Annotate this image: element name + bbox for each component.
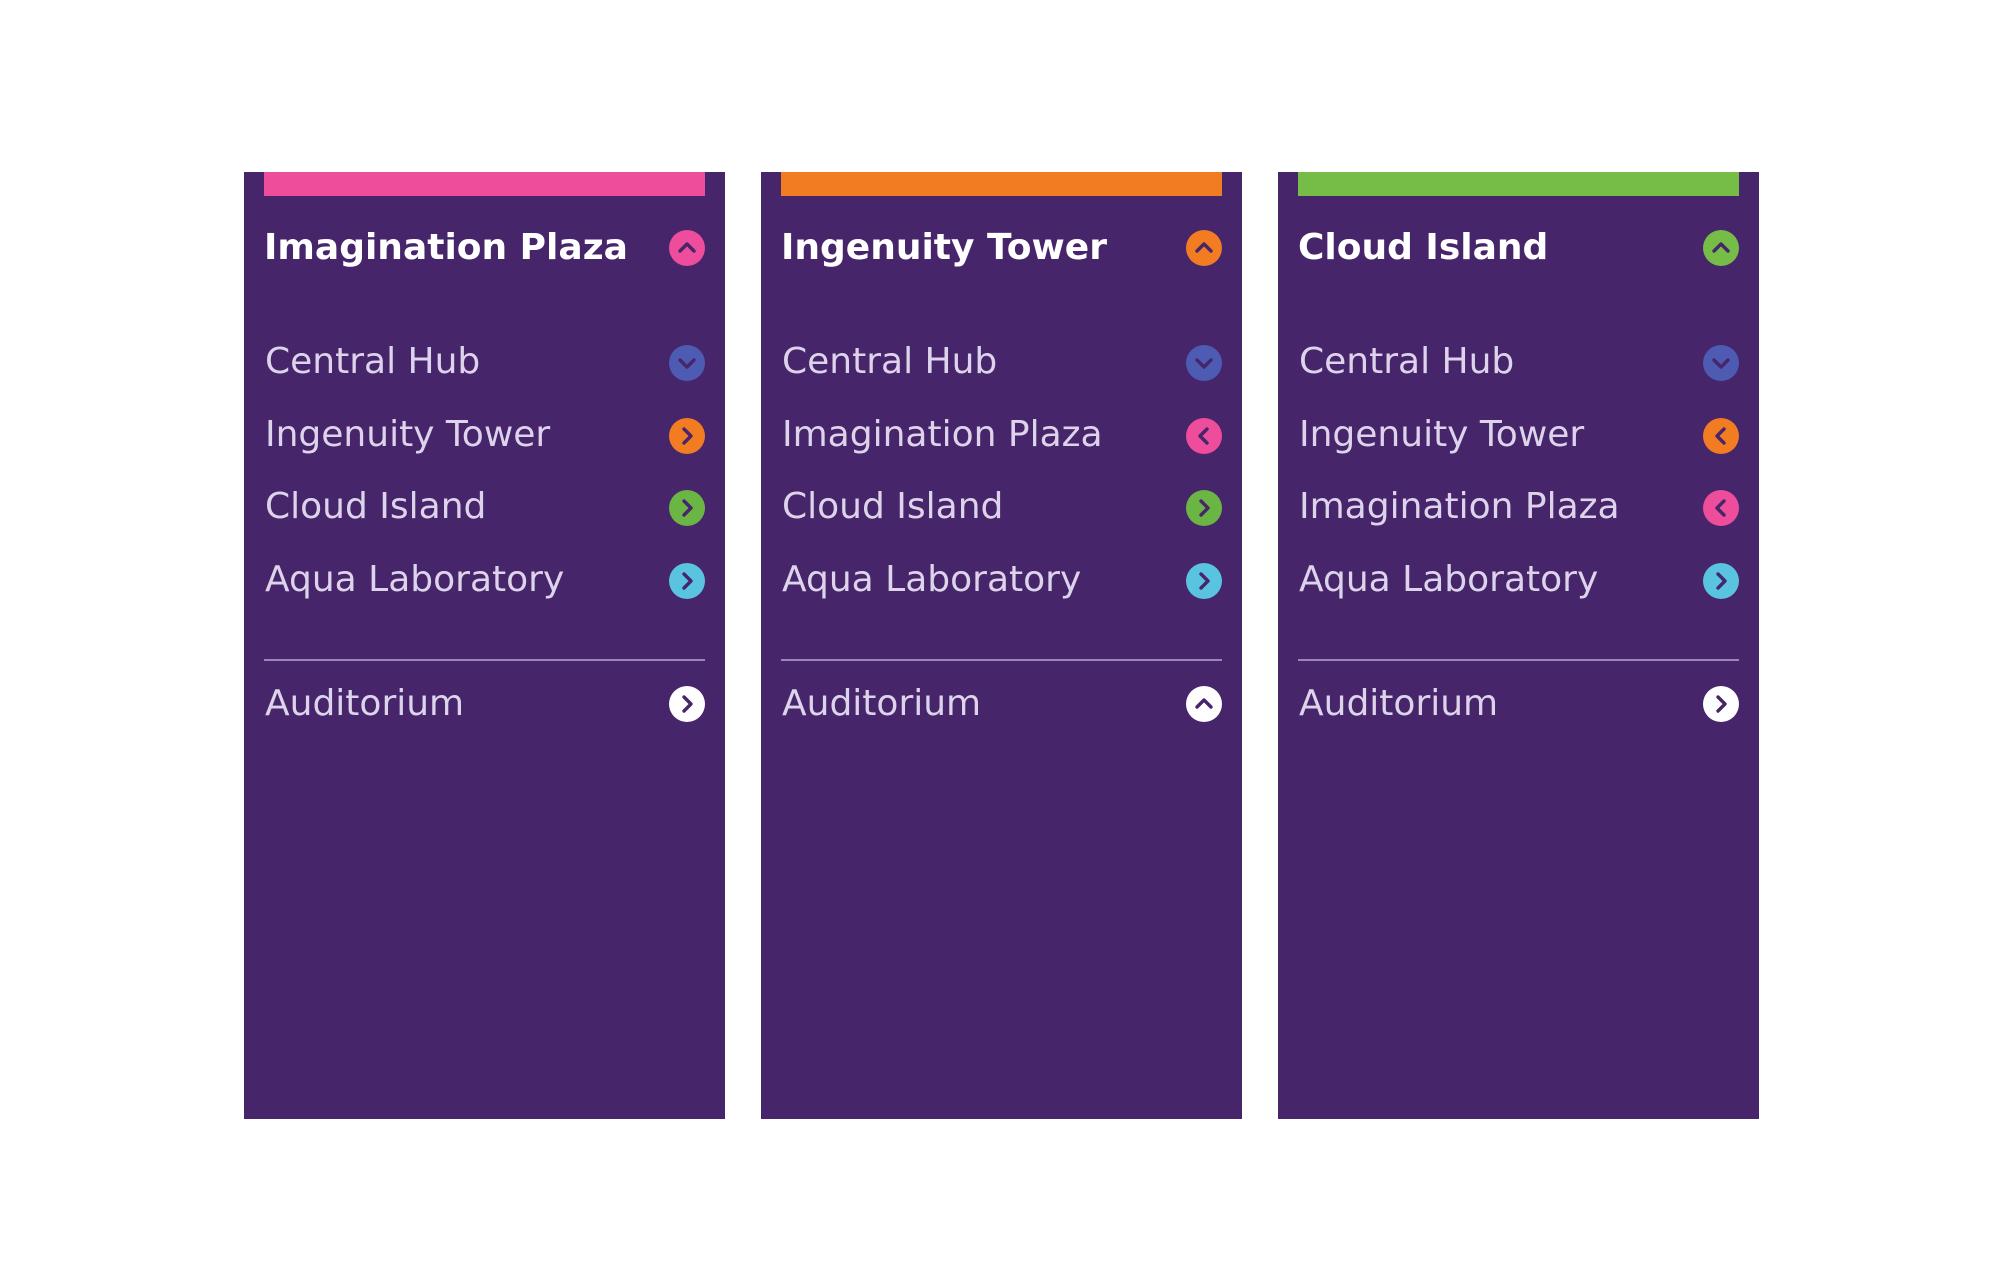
destination-label: Cloud Island — [782, 486, 1004, 527]
chevron-right-icon — [1703, 686, 1739, 722]
divider — [1298, 659, 1739, 661]
destination-label: Central Hub — [265, 341, 481, 382]
chevron-right-icon — [1186, 490, 1222, 526]
destination-label: Ingenuity Tower — [1299, 414, 1585, 455]
sign-imagination-plaza: Imagination Plaza Central Hub Ingenuity … — [244, 172, 725, 1119]
sign-header: Imagination Plaza — [264, 216, 705, 280]
destination-list: Central Hub Ingenuity Tower Imagination … — [1298, 326, 1739, 622]
destination-label: Aqua Laboratory — [1299, 559, 1599, 600]
list-item[interactable]: Ingenuity Tower — [1298, 399, 1739, 471]
destination-label: Ingenuity Tower — [265, 414, 551, 455]
list-item[interactable]: Central Hub — [1298, 326, 1739, 398]
auditorium-item[interactable]: Auditorium — [1298, 668, 1739, 740]
destination-label: Central Hub — [782, 341, 998, 382]
chevron-up-icon — [669, 230, 705, 266]
destination-label: Aqua Laboratory — [782, 559, 1082, 600]
destination-label: Auditorium — [265, 683, 465, 724]
chevron-up-icon — [1703, 230, 1739, 266]
chevron-down-icon — [1703, 345, 1739, 381]
chevron-left-icon — [1703, 418, 1739, 454]
list-item[interactable]: Ingenuity Tower — [264, 399, 705, 471]
auditorium-item[interactable]: Auditorium — [781, 668, 1222, 740]
accent-bar — [1298, 172, 1739, 196]
list-item[interactable]: Cloud Island — [264, 471, 705, 543]
chevron-up-icon — [1186, 230, 1222, 266]
list-item[interactable]: Aqua Laboratory — [1298, 544, 1739, 616]
chevron-down-icon — [1186, 345, 1222, 381]
chevron-right-icon — [669, 490, 705, 526]
destination-label: Cloud Island — [265, 486, 487, 527]
list-item[interactable]: Imagination Plaza — [781, 399, 1222, 471]
wayfinding-signs: Imagination Plaza Central Hub Ingenuity … — [0, 0, 2000, 1288]
chevron-right-icon — [669, 686, 705, 722]
list-item[interactable]: Aqua Laboratory — [781, 544, 1222, 616]
list-item[interactable]: Central Hub — [781, 326, 1222, 398]
destination-label: Imagination Plaza — [1299, 486, 1620, 527]
sign-title: Ingenuity Tower — [781, 227, 1107, 268]
sign-title: Cloud Island — [1298, 227, 1549, 268]
accent-bar — [781, 172, 1222, 196]
chevron-left-icon — [1703, 490, 1739, 526]
chevron-right-icon — [669, 563, 705, 599]
chevron-down-icon — [669, 345, 705, 381]
sign-title: Imagination Plaza — [264, 227, 628, 268]
list-item[interactable]: Central Hub — [264, 326, 705, 398]
destination-list: Central Hub Imagination Plaza Cloud Isla… — [781, 326, 1222, 622]
destination-label: Auditorium — [1299, 683, 1499, 724]
destination-list: Central Hub Ingenuity Tower Cloud Island… — [264, 326, 705, 622]
divider — [264, 659, 705, 661]
chevron-right-icon — [669, 418, 705, 454]
destination-label: Auditorium — [782, 683, 982, 724]
sign-ingenuity-tower: Ingenuity Tower Central Hub Imagination … — [761, 172, 1242, 1119]
list-item[interactable]: Cloud Island — [781, 471, 1222, 543]
chevron-left-icon — [1186, 418, 1222, 454]
destination-label: Aqua Laboratory — [265, 559, 565, 600]
list-item[interactable]: Aqua Laboratory — [264, 544, 705, 616]
auditorium-item[interactable]: Auditorium — [264, 668, 705, 740]
chevron-right-icon — [1186, 563, 1222, 599]
chevron-right-icon — [1703, 563, 1739, 599]
sign-header: Cloud Island — [1298, 216, 1739, 280]
destination-label: Central Hub — [1299, 341, 1515, 382]
destination-label: Imagination Plaza — [782, 414, 1103, 455]
list-item[interactable]: Imagination Plaza — [1298, 471, 1739, 543]
chevron-up-icon — [1186, 686, 1222, 722]
sign-cloud-island: Cloud Island Central Hub Ingenuity Tower… — [1278, 172, 1759, 1119]
sign-header: Ingenuity Tower — [781, 216, 1222, 280]
accent-bar — [264, 172, 705, 196]
divider — [781, 659, 1222, 661]
